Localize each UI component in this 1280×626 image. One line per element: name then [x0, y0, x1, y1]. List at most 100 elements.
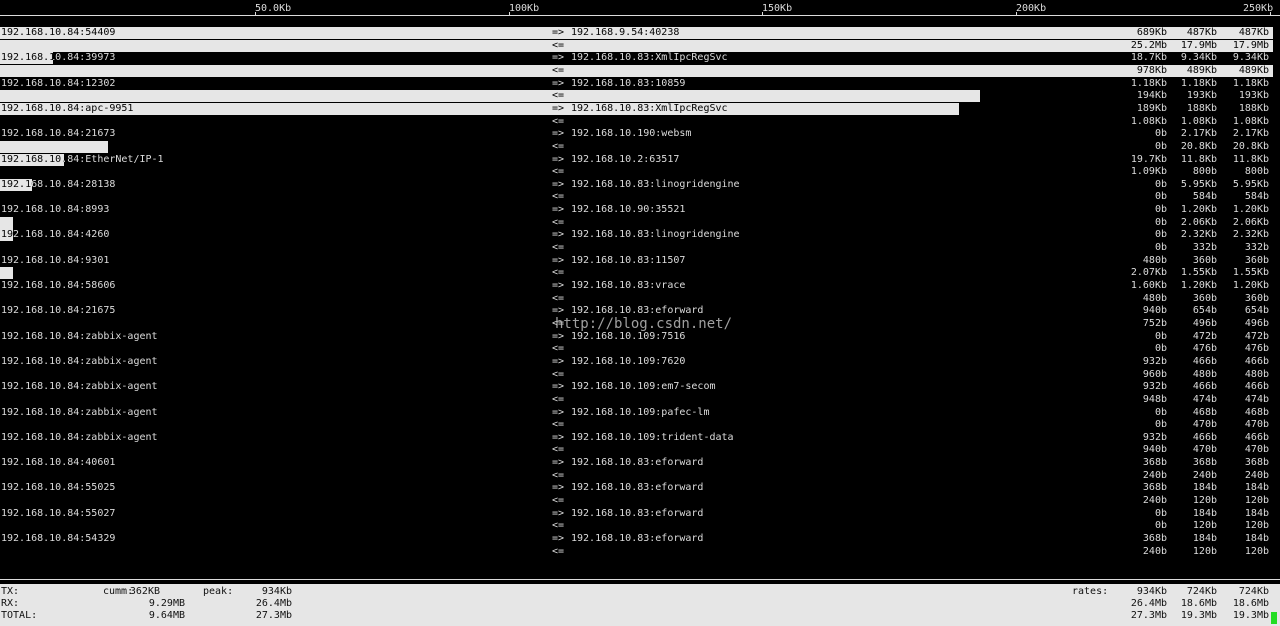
destination-address: 192.168.10.90:35521: [571, 204, 686, 216]
rx-rate-bar: [0, 267, 13, 280]
direction-arrow-in: <=: [552, 166, 565, 178]
tx-line: 192.168.10.84:zabbix-agent => 192.168.10.1…: [0, 381, 1280, 393]
source-address: 192.168.10.84:12302: [1, 77, 116, 89]
direction-arrow-out: =>: [552, 27, 565, 38]
tx-line: 192.168.10.84:28138 => 192.168.10.83:linog…: [0, 178, 1280, 191]
rate-10s: 184b: [1192, 507, 1217, 519]
tx-line: 192.168.10.84:40601 => 192.168.10.83:eforw…: [0, 457, 1280, 469]
rate-40s: 470b: [1244, 444, 1269, 456]
rate-10s: 472b: [1192, 330, 1217, 342]
tx-line: 192.168.10.84:55027 => 192.168.10.83:eforw…: [0, 508, 1280, 520]
rate-10s: 584b: [1192, 191, 1217, 203]
rx-rate-10s: 18.6Mb: [1180, 598, 1217, 609]
direction-arrow-in: <=: [552, 343, 565, 355]
direction-arrow-in: <=: [552, 292, 565, 304]
destination-address: 192.168.10.109:trident-data: [571, 431, 734, 443]
total-peak-value: 27.3Mb: [255, 610, 292, 621]
rate-10s: 368b: [1192, 457, 1217, 469]
direction-arrow-out: =>: [552, 457, 565, 469]
rate-40s: 2.17Kb: [1232, 128, 1269, 140]
destination-address: 192.168.10.109:pafec-lm: [571, 406, 710, 418]
tx-line: 192.168.10.84:zabbix-agent => 192.168.10.1…: [0, 356, 1280, 368]
rx-line: <= 948b 474b 474b: [0, 394, 1280, 406]
direction-arrow-out: =>: [552, 330, 565, 342]
rate-10s: 188Kb: [1186, 102, 1217, 114]
rate-40s: 654b: [1244, 305, 1269, 317]
total-label: TOTAL:: [1, 610, 38, 621]
rate-10s: 800b: [1192, 166, 1217, 178]
rate-40s: 466b: [1244, 431, 1269, 443]
tx-line: 192.168.10.84:54329 => 192.168.10.83:eforw…: [0, 533, 1280, 545]
tx-rate-10s: 724Kb: [1186, 586, 1217, 597]
rate-40s: 368b: [1244, 457, 1269, 469]
destination-address: 192.168.10.190:websm: [571, 128, 692, 140]
source-address: 192.168.10.84:54409: [1, 27, 116, 38]
rate-10s: 332b: [1192, 242, 1217, 253]
rx-line: <= 480b 360b 360b: [0, 293, 1280, 305]
destination-address: 192.168.10.83:vrace: [571, 280, 686, 291]
direction-arrow-in: <=: [552, 495, 565, 506]
rx-rate-bar: [0, 140, 108, 153]
tx-line: 192.168.10.84:58606 => 192.168.10.83:vrace…: [0, 280, 1280, 292]
destination-address: 192.168.10.109:7516: [571, 330, 686, 342]
destination-address: 192.168.9.54:40238: [571, 27, 680, 38]
tx-line: 192.168.10.84:apc-9951 => 192.168.10.83:Xm…: [0, 102, 1280, 115]
direction-arrow-in: <=: [552, 267, 565, 279]
rx-line: <= 240b 120b 120b: [0, 546, 1280, 558]
rate-40s: 468b: [1244, 406, 1269, 418]
source-address: 192.168.10.84:8993: [1, 204, 110, 216]
rate-10s: 496b: [1192, 317, 1217, 329]
rate-10s: 470b: [1192, 444, 1217, 456]
rx-rate-bar: [0, 216, 13, 229]
destination-address: 192.168.10.109:em7-secom: [571, 381, 716, 393]
rx-line: <= 2.07Kb 1.55Kb 1.55Kb: [0, 267, 1280, 280]
destination-address: 192.168.10.83:XmlIpcRegSvc: [571, 52, 728, 64]
rx-line: <= 960b 480b 480b: [0, 369, 1280, 381]
rate-40s: 120b: [1244, 520, 1269, 532]
direction-arrow-out: =>: [552, 280, 565, 291]
destination-address: 192.168.10.83:eforward: [571, 533, 704, 544]
source-address: 192.168.10.84:55027: [1, 507, 116, 519]
direction-arrow-in: <=: [552, 39, 565, 51]
tx-line: 192.168.10.84:21673 => 192.168.10.190:webs…: [0, 128, 1280, 140]
direction-arrow-in: <=: [552, 216, 565, 228]
direction-arrow-out: =>: [552, 381, 565, 393]
direction-arrow-out: =>: [552, 178, 565, 190]
rx-line: <= 0b 584b 584b: [0, 191, 1280, 203]
direction-arrow-in: <=: [552, 393, 565, 405]
rate-10s: 120b: [1192, 545, 1217, 557]
direction-arrow-out: =>: [552, 507, 565, 519]
source-address: 192.168.10.84:zabbix-agent: [1, 381, 158, 393]
rate-10s: 9.34Kb: [1180, 52, 1217, 64]
destination-address: 192.168.10.83:linogridengine: [571, 178, 740, 190]
scale-line: [0, 15, 1280, 16]
rate-10s: 20.8Kb: [1180, 140, 1217, 152]
rate-40s: 470b: [1244, 419, 1269, 431]
total-cumm-value: 9.64MB: [148, 610, 185, 621]
scale-bar: 50.0Kb 100Kb 150Kb 200Kb 250Kb: [0, 0, 1280, 18]
source-address: 192.168.10.84:zabbix-agent: [1, 330, 158, 342]
rx-line: <= 194Kb 193Kb 193Kb: [0, 90, 1280, 103]
tx-label: TX:: [1, 586, 20, 597]
rate-40s: 800b: [1244, 166, 1269, 178]
source-address: 192.168.10.84:zabbix-agent: [1, 406, 158, 418]
rx-peak-value: 26.4Mb: [255, 598, 292, 609]
rate-10s: 17.9Mb: [1180, 39, 1217, 51]
direction-arrow-out: =>: [552, 229, 565, 241]
scale-label-100kb: 100Kb: [509, 3, 540, 14]
rate-40s: 1.20Kb: [1232, 204, 1269, 216]
rate-10s: 184b: [1192, 533, 1217, 544]
rate-40s: 1.55Kb: [1232, 267, 1269, 279]
rx-line: <= 0b 2.06Kb 2.06Kb: [0, 216, 1280, 229]
rate-10s: 2.06Kb: [1180, 216, 1217, 228]
rate-40s: 5.95Kb: [1232, 178, 1269, 190]
direction-arrow-in: <=: [552, 469, 565, 481]
rx-line: <= 1.09Kb 800b 800b: [0, 166, 1280, 178]
direction-arrow-in: <=: [552, 242, 565, 253]
rx-rate-bar: [0, 39, 1273, 52]
rate-40s: 584b: [1244, 191, 1269, 203]
rx-line: <= 240b 240b 240b: [0, 470, 1280, 482]
rate-10s: 487Kb: [1186, 27, 1217, 38]
source-address: 192.168.10.84:39973: [1, 52, 116, 64]
rate-40s: 184b: [1244, 507, 1269, 519]
